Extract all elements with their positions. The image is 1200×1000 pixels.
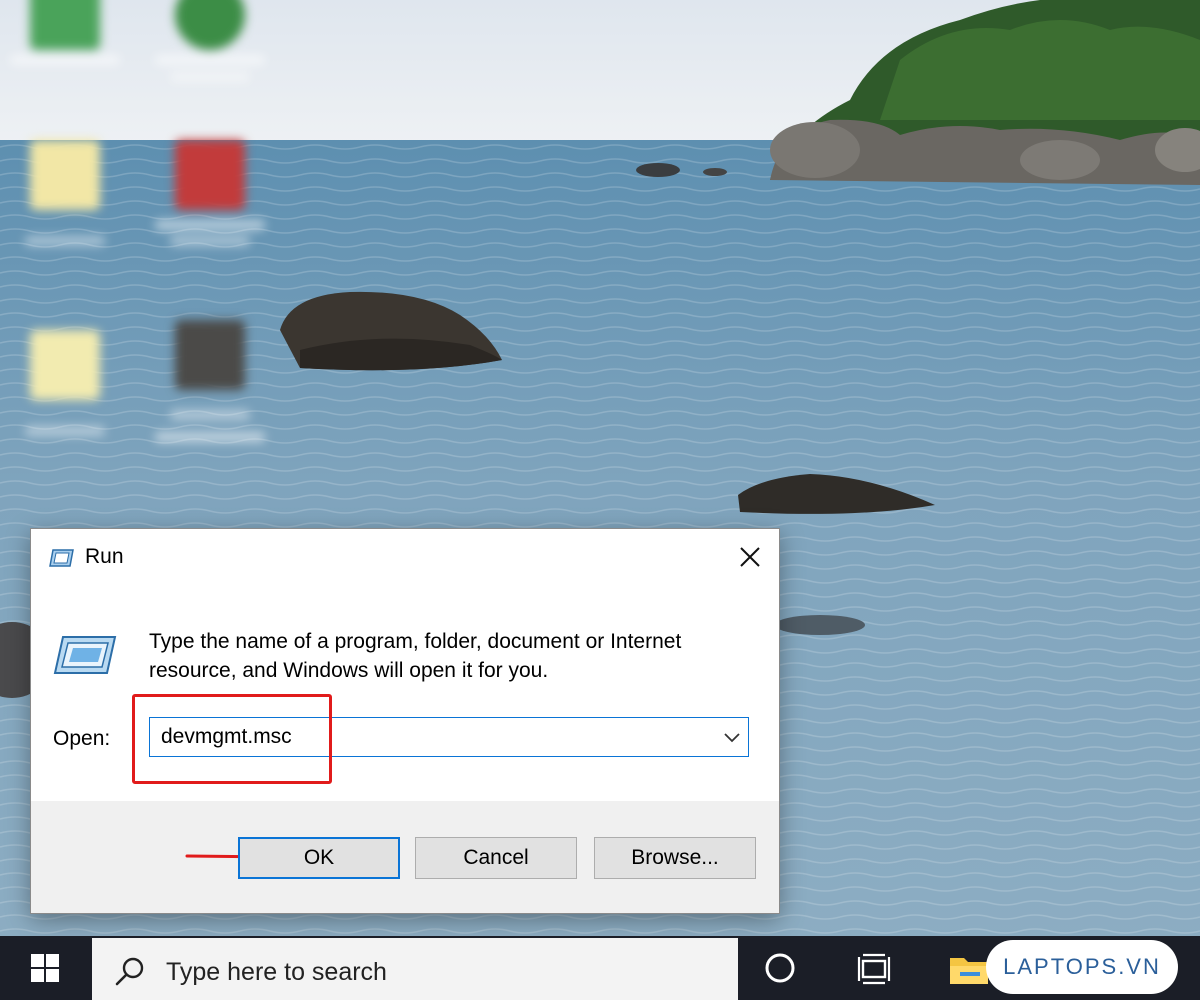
desktop-icon[interactable] xyxy=(145,140,275,260)
desktop-icon[interactable] xyxy=(0,140,130,260)
desktop-icon[interactable] xyxy=(145,320,275,442)
desktop-icon[interactable] xyxy=(0,330,130,450)
close-button[interactable] xyxy=(721,529,779,585)
open-label: Open: xyxy=(53,727,111,750)
run-app-icon xyxy=(49,549,74,567)
dialog-title: Run xyxy=(85,545,124,568)
open-input[interactable] xyxy=(150,718,710,755)
dialog-footer: OK Cancel Browse... xyxy=(31,801,779,913)
cortana-icon[interactable] xyxy=(762,950,798,986)
start-button[interactable] xyxy=(0,936,90,1000)
run-app-icon xyxy=(53,636,117,674)
laptops-vn-watermark: LAPTOPS.VN xyxy=(986,940,1178,994)
desktop-icon[interactable] xyxy=(145,0,275,120)
close-icon xyxy=(740,547,760,567)
search-placeholder: Type here to search xyxy=(166,958,387,986)
task-view-icon[interactable] xyxy=(856,952,892,986)
cancel-button[interactable]: Cancel xyxy=(415,837,577,879)
windows-logo-icon xyxy=(31,954,59,982)
open-combobox[interactable] xyxy=(149,717,749,757)
search-icon xyxy=(115,957,144,986)
ok-button[interactable]: OK xyxy=(238,837,400,879)
taskbar-search-box[interactable]: Type here to search xyxy=(92,938,738,1000)
title-bar[interactable]: Run xyxy=(31,529,779,589)
browse-button[interactable]: Browse... xyxy=(594,837,756,879)
desktop-icon[interactable] xyxy=(0,0,130,120)
dialog-description: Type the name of a program, folder, docu… xyxy=(149,630,682,682)
chevron-down-icon[interactable] xyxy=(722,727,742,747)
run-dialog: Run Type the name of a program, folder, … xyxy=(30,528,780,914)
